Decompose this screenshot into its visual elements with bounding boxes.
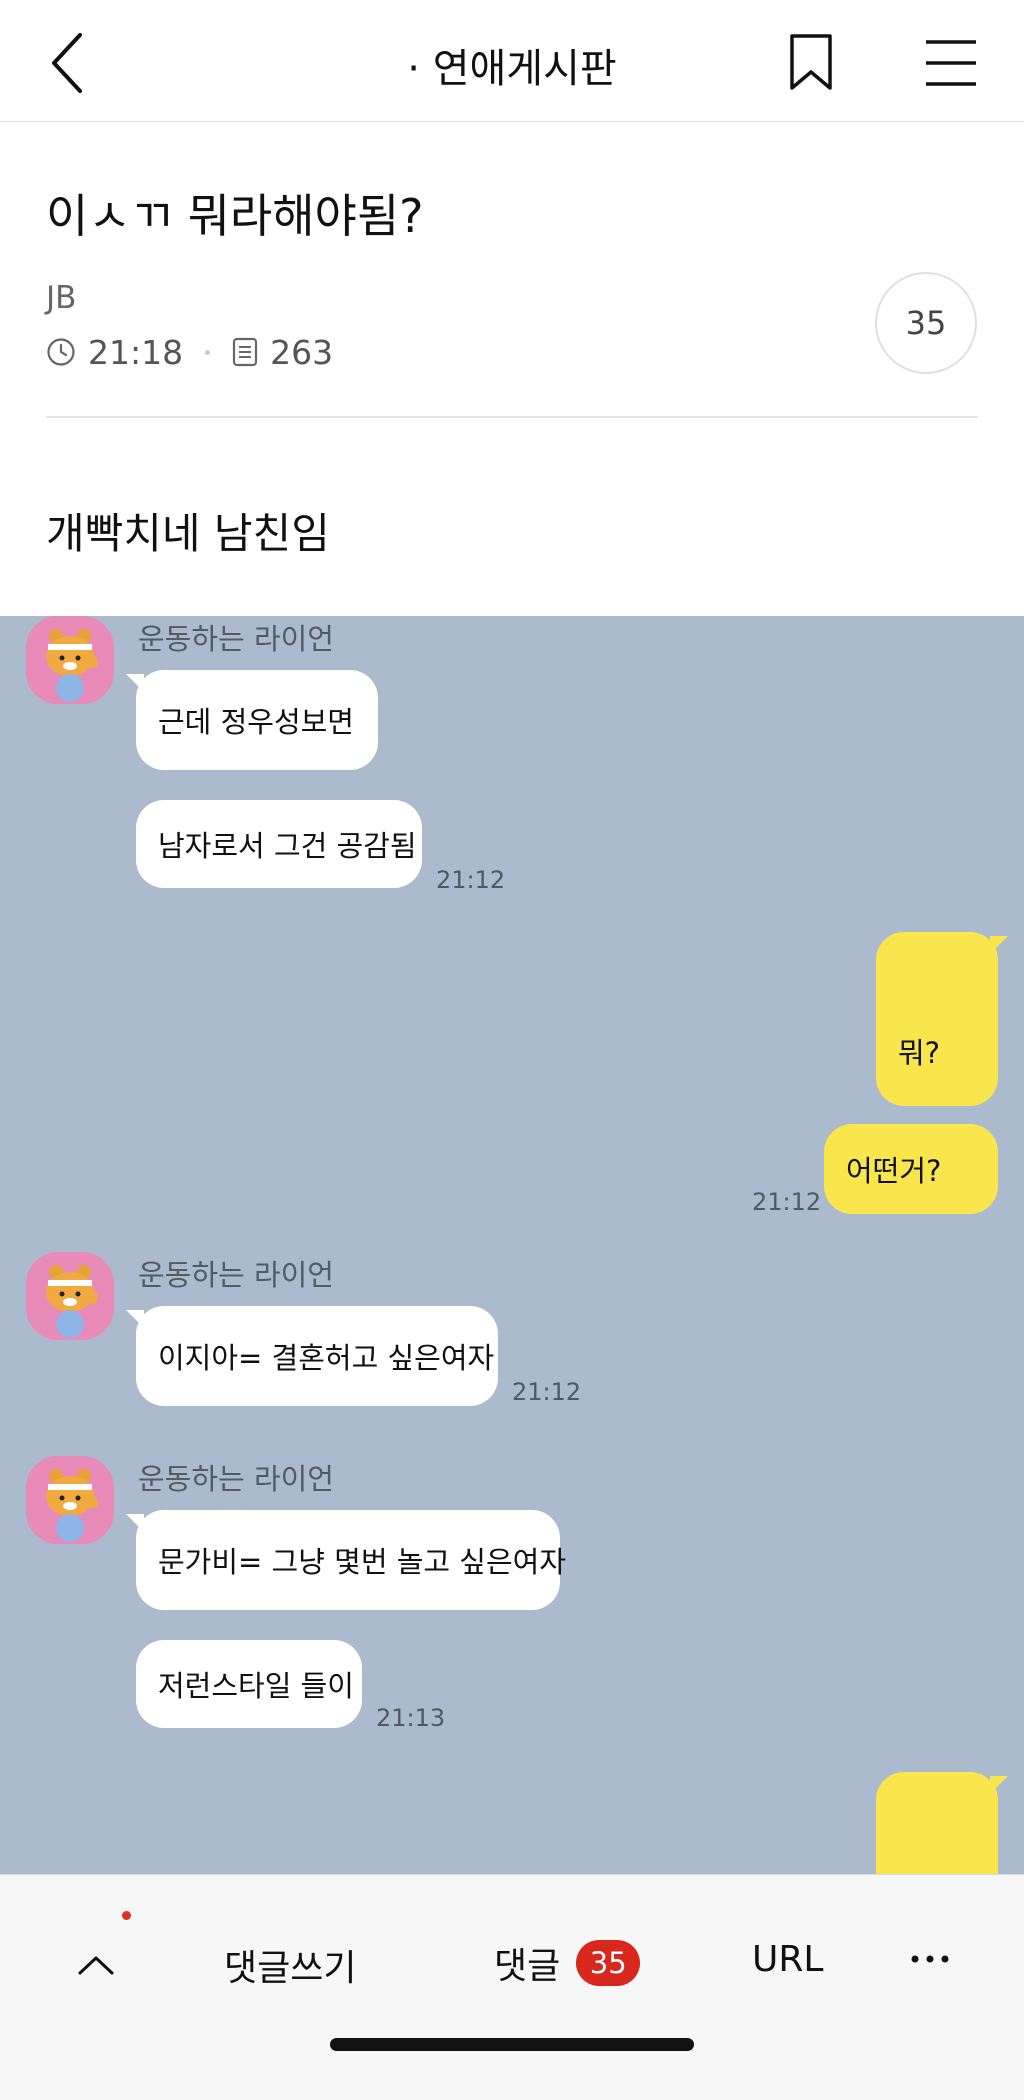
meta-separator (205, 349, 211, 355)
message-time: 21:13 (376, 1704, 446, 1732)
bookmark-button[interactable] (788, 32, 834, 96)
sender-name: 운동하는 라이언 (138, 622, 334, 656)
chat-bubble: 남자로서 그건 공감됨 (136, 800, 422, 888)
home-indicator[interactable] (330, 2038, 694, 2051)
post-author[interactable]: JB (46, 280, 76, 316)
scroll-top-button[interactable] (66, 1935, 126, 1995)
post-meta: 21:18 263 (46, 332, 333, 372)
chat-bubble: 뭐? (876, 932, 1008, 1106)
chat-message-text: 남자로서 그건 공감됨 (158, 829, 417, 863)
chevron-up-icon (78, 1956, 114, 1975)
board-title: · 연애게시판 (407, 46, 617, 92)
top-navigation-bar: · 연애게시판 (0, 0, 1024, 122)
hamburger-menu-icon (926, 40, 976, 86)
message-time: 21:12 (512, 1378, 582, 1406)
sender-name: 운동하는 라이언 (138, 1258, 334, 1292)
comments-button[interactable]: 댓글 35 (494, 1937, 641, 1989)
clock-icon (46, 337, 76, 367)
chat-message-text: 어떤거? (846, 1154, 942, 1188)
more-horizontal-icon (911, 1955, 949, 1963)
chat-bubble: 근데 정우성보면 (126, 670, 378, 770)
ryan-character-icon (26, 1252, 114, 1340)
comment-count-button[interactable]: 35 (875, 272, 977, 374)
ryan-avatar (26, 1456, 114, 1544)
chat-message-text: 뭐? (898, 1036, 941, 1070)
post-views: 263 (270, 332, 334, 372)
write-comment-button[interactable]: 댓글쓰기 (224, 1939, 356, 1991)
post-time: 21:18 (88, 332, 184, 372)
chat-bubble: 저런스타일 들이 (136, 1640, 362, 1728)
chat-message-text: 근데 정우성보면 (158, 705, 354, 739)
post-title: 이ㅅㄲ 뭐라해야됨? (46, 189, 424, 243)
document-icon (232, 337, 258, 367)
comments-count-badge: 35 (576, 1940, 641, 1986)
comments-label: 댓글 (494, 1946, 561, 1987)
post-body-text: 개빡치네 남친임 (46, 509, 330, 558)
chat-bubble: 이지아= 결혼허고 싶은여자 (126, 1306, 498, 1406)
ryan-character-icon (26, 1456, 114, 1544)
menu-button[interactable] (924, 36, 978, 90)
divider (46, 416, 978, 418)
chat-bubble: 어떤거? (824, 1124, 998, 1214)
chat-bubble: 문가비= 그냥 몇번 놀고 싶은여자 (126, 1510, 566, 1610)
ryan-character-icon (26, 616, 114, 704)
notification-dot (122, 1911, 131, 1920)
chat-message-text: 문가비= 그냥 몇번 놀고 싶은여자 (158, 1545, 567, 1579)
ryan-avatar (26, 1252, 114, 1340)
ryan-avatar (26, 616, 114, 704)
message-time: 21:12 (752, 1188, 822, 1216)
chat-message-text: 저런스타일 들이 (158, 1669, 354, 1703)
sender-name: 운동하는 라이언 (138, 1462, 334, 1496)
bottom-action-bar: 댓글쓰기 댓글 35 URL (0, 1874, 1024, 2100)
more-button[interactable] (908, 1937, 952, 1981)
chat-screenshot-image: 운동하는 라이언 근데 정우성보면 남자로서 그건 공감됨 21:12 뭐? 어… (0, 616, 1024, 1874)
url-button[interactable]: URL (752, 1939, 823, 1980)
message-time: 21:12 (436, 866, 506, 894)
chat-bubble-partial (876, 1772, 1008, 1874)
bookmark-icon (790, 34, 832, 90)
chat-message-text: 이지아= 결혼허고 싶은여자 (158, 1341, 495, 1375)
